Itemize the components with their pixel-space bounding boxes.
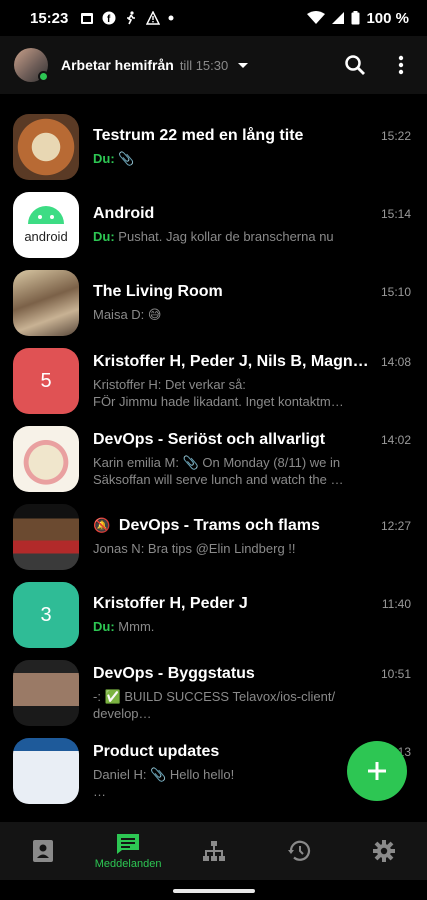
- conversation-thumbnail: [13, 660, 79, 726]
- conversation-title: Android: [93, 205, 155, 222]
- battery-percent: 100 %: [366, 9, 409, 27]
- warning-icon: [146, 11, 161, 25]
- conversation-title: Product updates: [93, 742, 220, 760]
- presence-status: Arbetar hemifrån: [61, 57, 174, 73]
- more-options-button[interactable]: [389, 53, 413, 77]
- search-icon: [345, 55, 365, 75]
- bottom-navigation: Meddelanden: [0, 822, 427, 880]
- wifi-icon: [307, 11, 326, 24]
- conversation-time: 11:40: [381, 597, 411, 611]
- conversation-time: 14:08: [380, 354, 411, 369]
- dropdown-caret-icon: [238, 62, 249, 68]
- presence-selector[interactable]: Arbetar hemifrån till 15:30: [61, 57, 249, 73]
- member-count-badge: 3: [13, 582, 79, 648]
- conversation-row[interactable]: android Android 15:14 Du: Pushat. Jag kol…: [0, 186, 427, 264]
- nav-organization[interactable]: [171, 822, 256, 880]
- battery-icon: [351, 11, 360, 25]
- conversation-list: Testrum 22 med en lång tite 15:22 Du: 📎 a…: [0, 108, 427, 810]
- sender-label: Du:: [93, 229, 115, 244]
- conversation-row[interactable]: 5 Kristoffer H, Peder J, Nils B, Magnus……: [0, 342, 427, 420]
- conversation-row[interactable]: 3 Kristoffer H, Peder J 11:40 Du: Mmm.: [0, 576, 427, 654]
- conversation-time: 15:14: [380, 207, 411, 221]
- dot-icon: [168, 15, 174, 21]
- conversation-time: 12:27: [380, 519, 411, 533]
- conversation-preview: 📎: [118, 151, 135, 166]
- conversation-preview: Maisa D: 😅: [93, 307, 162, 322]
- conversation-time: 14:02: [380, 432, 411, 447]
- conversation-thumbnail: [13, 114, 79, 180]
- facebook-icon: f: [102, 11, 116, 25]
- running-icon: [127, 11, 136, 25]
- conversation-time: 15:10: [380, 285, 411, 299]
- presence-dot: [38, 71, 49, 82]
- muted-bell-icon: 🔕: [93, 517, 111, 533]
- nav-settings[interactable]: [342, 822, 427, 880]
- conversation-title: DevOps - Trams och flams: [118, 517, 320, 534]
- conversation-time: 10:51: [380, 666, 411, 681]
- new-conversation-button[interactable]: [347, 741, 407, 801]
- conversation-thumbnail: [13, 738, 79, 804]
- conversation-title: DevOps - Seriöst och allvarligt: [93, 430, 326, 448]
- search-button[interactable]: [343, 53, 367, 77]
- home-indicator[interactable]: [173, 889, 255, 893]
- conversation-row[interactable]: Testrum 22 med en lång tite 15:22 Du: 📎: [0, 108, 427, 186]
- conversation-thumbnail: [13, 504, 79, 570]
- status-bar: 15:23 f 100 %: [0, 0, 427, 36]
- calendar-icon: [81, 13, 94, 24]
- more-vert-icon: [398, 55, 404, 75]
- status-system-icons: 100 %: [307, 10, 409, 27]
- conversation-title: DevOps - Byggstatus: [93, 664, 255, 682]
- avatar[interactable]: [14, 48, 49, 82]
- conversation-row[interactable]: DevOps - Seriöst och allvarligt 14:02 Kar…: [0, 420, 427, 498]
- conversation-title: The Living Room: [93, 283, 223, 300]
- nav-messages-label: Meddelanden: [94, 857, 162, 870]
- status-time: 15:23: [30, 9, 69, 27]
- conversation-preview: Mmm.: [118, 619, 155, 634]
- signal-icon: [332, 12, 345, 24]
- android-logo: android: [13, 192, 79, 258]
- conversation-title: Kristoffer H, Peder J, Nils B, Magnus…: [93, 352, 371, 370]
- conversation-preview: Karin emilia M: 📎 On Monday (8/11) we in: [93, 454, 341, 470]
- android-head-icon: [28, 206, 64, 224]
- messages-icon: [117, 833, 140, 854]
- conversation-preview: Jonas N: Bra tips @Elin Lindberg !!: [93, 541, 296, 556]
- android-logo-text: android: [24, 229, 68, 244]
- conversation-row[interactable]: The Living Room 15:10 Maisa D: 😅: [0, 264, 427, 342]
- member-count-badge: 5: [13, 348, 79, 414]
- conversation-preview: -: ✅ BUILD SUCCESS Telavox/ios-client/: [93, 688, 336, 704]
- sender-label: Du:: [93, 619, 115, 634]
- conversation-thumbnail: [13, 426, 79, 492]
- conversation-time: 15:22: [380, 129, 411, 143]
- plus-icon: [368, 762, 386, 780]
- settings-icon: [373, 840, 396, 862]
- conversation-title: Kristoffer H, Peder J: [93, 595, 248, 612]
- presence-until: till 15:30: [179, 57, 229, 73]
- status-notification-icons: f: [80, 11, 174, 25]
- conversation-row[interactable]: 🔕 DevOps - Trams och flams 12:27 Jonas N:…: [0, 498, 427, 576]
- conversation-preview: Pushat. Jag kollar de branscherna nu: [118, 229, 334, 244]
- app-header: Arbetar hemifrån till 15:30: [0, 36, 427, 94]
- contacts-icon: [32, 840, 53, 862]
- conversation-preview-line2: develop…: [93, 705, 152, 721]
- conversation-title: Testrum 22 med en lång tite: [93, 127, 304, 144]
- conversation-row[interactable]: DevOps - Byggstatus 10:51 -: ✅ BUILD SUCC…: [0, 654, 427, 732]
- nav-history[interactable]: [256, 822, 341, 880]
- history-icon: [287, 840, 310, 861]
- nav-messages[interactable]: Meddelanden: [85, 822, 170, 880]
- sender-label: Du:: [93, 151, 115, 166]
- conversation-preview-line2: FÖr Jimmu hade likadant. Inget kontaktm…: [93, 393, 344, 409]
- conversation-preview: Kristoffer H: Det verkar så:: [93, 376, 246, 392]
- conversation-preview-line2: Säksoffan will serve lunch and watch the…: [93, 471, 344, 487]
- nav-contacts[interactable]: [0, 822, 85, 880]
- org-icon: [202, 841, 225, 861]
- conversation-thumbnail: [13, 270, 79, 336]
